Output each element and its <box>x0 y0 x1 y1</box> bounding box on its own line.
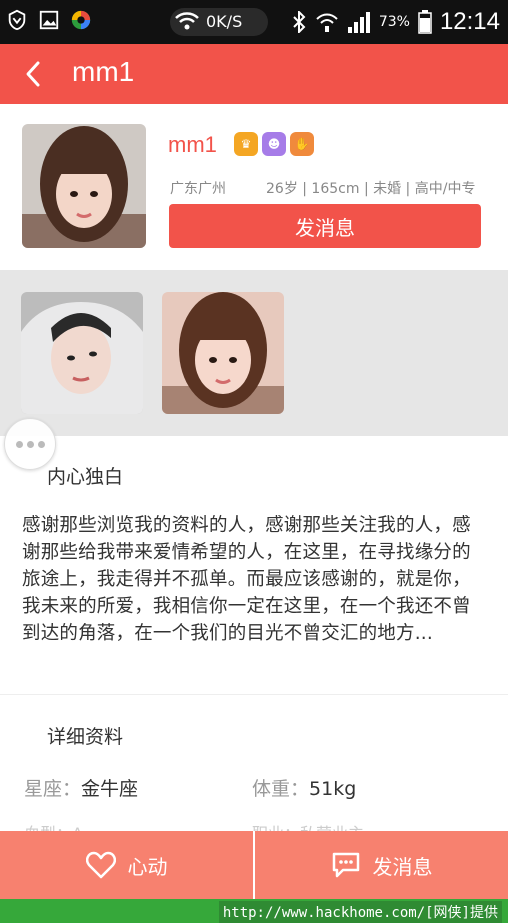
photo-image <box>21 292 143 414</box>
shield-icon <box>8 9 26 31</box>
detail-key: 体重： <box>252 778 310 800</box>
wifi-icon <box>175 12 199 30</box>
photo-thumbnail[interactable] <box>162 292 284 414</box>
status-bar: 0K/S 73% 12:14 <box>0 0 508 44</box>
detail-value: 金牛座 <box>81 778 139 800</box>
clock: 12:14 <box>439 8 500 35</box>
dot <box>26 440 34 448</box>
monologue-text: 感谢那些浏览我的资料的人，感谢那些关注我的人，感谢那些给我带来爱情希望的人，在这… <box>22 515 471 644</box>
divider <box>0 694 508 695</box>
crown-badge-icon: ♛ <box>234 132 258 156</box>
profile-card: mm1 ♛ ☻ ✋ 广东广州 26岁 | 165cm | 未婚 | 高中/中专 … <box>0 104 508 270</box>
battery-icon <box>418 10 432 34</box>
bluetooth-icon <box>293 11 306 33</box>
profile-details: 26岁 | 165cm | 未婚 | 高中/中专 <box>266 181 476 197</box>
send-message-button[interactable]: 发消息 <box>169 204 481 248</box>
photo-strip <box>0 270 508 436</box>
wifi-signal-icon <box>316 13 338 32</box>
photo-image <box>162 292 284 414</box>
chat-icon <box>332 852 359 878</box>
message-label: 发消息 <box>372 854 433 879</box>
detail-key: 星座： <box>24 778 82 800</box>
like-button[interactable]: 心动 <box>0 831 253 899</box>
dot <box>15 440 23 448</box>
cell-signal-icon <box>347 12 370 33</box>
page-title: mm1 <box>72 56 135 87</box>
network-speed: 0K/S <box>206 12 243 31</box>
monologue-title: 内心独白 <box>47 466 124 488</box>
battery-percent: 73% <box>378 14 410 30</box>
detail-row-constellation: 星座：金牛座 <box>24 774 138 801</box>
detail-row-weight: 体重：51kg <box>252 774 356 801</box>
colorful-app-icon <box>71 10 91 30</box>
back-arrow-icon[interactable] <box>20 60 48 88</box>
hand-badge-icon: ✋ <box>290 132 314 156</box>
top-bar: mm1 <box>0 44 508 104</box>
avatar[interactable] <box>22 124 146 248</box>
purple-badge-icon: ☻ <box>262 132 286 156</box>
like-label: 心动 <box>127 854 168 879</box>
dot <box>37 440 45 448</box>
watermark: http://www.hackhome.com/[网侠]提供 <box>218 901 502 923</box>
watermark-bar: http://www.hackhome.com/[网侠]提供 <box>0 899 508 923</box>
photo-thumbnail[interactable] <box>21 292 143 414</box>
profile-name: mm1 <box>168 132 217 157</box>
detail-value: 51kg <box>309 778 357 800</box>
bottom-action-bar: 心动 发消息 <box>0 831 508 899</box>
location: 广东广州 <box>170 181 226 197</box>
details-title: 详细资料 <box>47 726 124 748</box>
image-icon <box>39 10 59 30</box>
heart-icon <box>85 851 116 879</box>
badge-row: ♛ ☻ ✋ <box>234 132 314 156</box>
bottom-message-button[interactable]: 发消息 <box>255 831 508 899</box>
avatar-photo <box>22 124 146 248</box>
